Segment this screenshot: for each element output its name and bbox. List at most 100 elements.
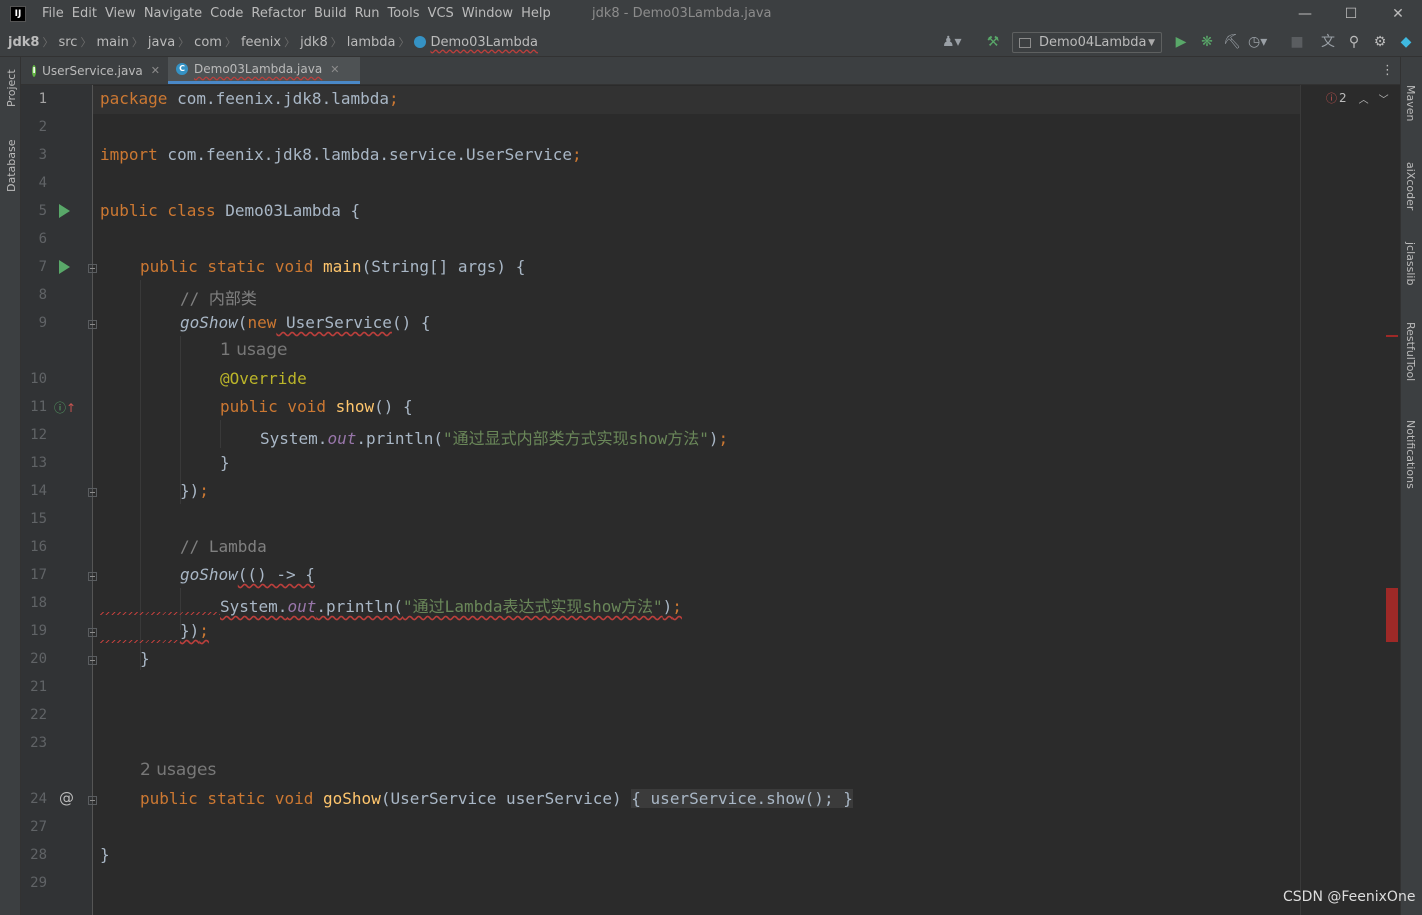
gear-icon[interactable]: ⚙	[1371, 33, 1389, 51]
code-line-10[interactable]: @Override	[220, 369, 307, 388]
tool-window-project[interactable]: Project	[5, 69, 18, 107]
menu-refactor[interactable]: Refactor	[247, 0, 310, 28]
more-tabs-icon[interactable]: ⋮	[1381, 63, 1394, 78]
code-line-19[interactable]: });	[180, 621, 209, 640]
code-line-14[interactable]: });	[180, 481, 209, 500]
code-line-17[interactable]: goShow(() -> {	[180, 565, 315, 584]
indent-guide	[180, 336, 181, 504]
run-class-icon[interactable]	[59, 204, 70, 218]
search-icon[interactable]: ⚲	[1345, 33, 1363, 51]
usages-hint[interactable]: 2 usages	[140, 760, 216, 780]
crumb-com[interactable]: com	[190, 35, 224, 50]
line-number: 21	[30, 679, 47, 695]
close-button[interactable]: ✕	[1375, 0, 1421, 28]
profile-icon[interactable]: ◷▾	[1248, 33, 1267, 51]
line-number: 6	[38, 231, 47, 247]
minimize-button[interactable]: —	[1282, 0, 1328, 28]
menu-window[interactable]: Window	[458, 0, 517, 28]
line-number: 18	[30, 595, 47, 611]
crumb-src[interactable]: src	[54, 35, 79, 50]
tool-window-database[interactable]: Database	[5, 140, 18, 193]
run-icon[interactable]: ▶	[1172, 33, 1190, 51]
crumb-main[interactable]: main	[92, 35, 130, 50]
line-number: 9	[38, 315, 47, 331]
fold-toggle-icon[interactable]	[88, 796, 97, 805]
crumb-jdk8[interactable]: jdk8	[4, 35, 41, 50]
folded-region[interactable]: { userService.show(); }	[631, 789, 853, 808]
menu-help[interactable]: Help	[517, 0, 555, 28]
tool-window-aixcoder[interactable]: aiXcoder	[1404, 162, 1417, 210]
code-line-12[interactable]: System.out.println("通过显式内部类方式实现show方法");	[260, 425, 728, 449]
tab-demo03lambda[interactable]: C Demo03Lambda.java ✕	[168, 57, 360, 84]
maximize-button[interactable]: ☐	[1328, 0, 1374, 28]
code-line-3[interactable]: import com.feenix.jdk8.lambda.service.Us…	[100, 145, 582, 164]
code-line-5[interactable]: public class Demo03Lambda {	[100, 201, 360, 220]
implements-method-icon[interactable]: ⓘ↑	[54, 399, 76, 416]
tool-window-notifications[interactable]: Notifications	[1404, 420, 1417, 489]
line-number: 1	[38, 91, 47, 107]
menu-vcs[interactable]: VCS	[424, 0, 458, 28]
error-stripe-mark[interactable]	[1386, 335, 1398, 337]
usage-hint[interactable]: 1 usage	[220, 340, 288, 360]
menu-file[interactable]: File	[38, 0, 68, 28]
tab-userservice[interactable]: I UserService.java ✕	[24, 57, 168, 84]
code-line-1[interactable]: package com.feenix.jdk8.lambda;	[100, 89, 399, 108]
code-line-9[interactable]: goShow(new UserService() {	[180, 313, 430, 332]
code-line-18[interactable]: System.out.println("通过Lambda表达式实现show方法"…	[220, 593, 682, 617]
fold-toggle-icon[interactable]	[88, 488, 97, 497]
crumb-demo03lambda[interactable]: Demo03Lambda	[410, 35, 540, 50]
crumb-lambda[interactable]: lambda	[343, 35, 398, 50]
user-icon[interactable]: ♟▾	[942, 33, 962, 51]
debug-icon[interactable]: ❋	[1198, 33, 1216, 51]
line-number: 7	[38, 259, 47, 275]
crumb-jdk8-package[interactable]: jdk8	[296, 35, 330, 50]
code-line-7[interactable]: public static void main(String[] args) {	[140, 257, 525, 276]
jetbrains-icon[interactable]: ◆	[1397, 33, 1415, 51]
tool-window-jclasslib[interactable]: jclasslib	[1404, 242, 1417, 285]
menu-tools[interactable]: Tools	[384, 0, 424, 28]
line-number: 13	[30, 455, 47, 471]
menu-build[interactable]: Build	[310, 0, 351, 28]
recursive-call-icon[interactable]: @	[59, 789, 74, 807]
line-number: 20	[30, 651, 47, 667]
close-icon[interactable]: ✕	[330, 63, 339, 76]
fold-toggle-icon[interactable]	[88, 572, 97, 581]
menu-code[interactable]: Code	[206, 0, 247, 28]
crumb-feenix[interactable]: feenix	[237, 35, 283, 50]
code-line-28[interactable]: }	[100, 845, 110, 864]
line-number: 8	[38, 287, 47, 303]
coverage-icon[interactable]: ⛏	[1223, 33, 1241, 51]
crumb-java[interactable]: java	[144, 35, 177, 50]
code-line-24[interactable]: public static void goShow(UserService us…	[140, 789, 853, 808]
menu-run[interactable]: Run	[351, 0, 384, 28]
stop-icon[interactable]: ■	[1288, 33, 1306, 51]
close-icon[interactable]: ✕	[151, 64, 160, 77]
line-number: 19	[30, 623, 47, 639]
hammer-icon[interactable]: ⚒	[984, 33, 1002, 51]
translate-icon[interactable]: 文	[1319, 33, 1337, 51]
code-line-20[interactable]: }	[140, 649, 150, 668]
run-config-select[interactable]: Demo04Lambda ▼	[1012, 32, 1162, 53]
fold-toggle-icon[interactable]	[88, 264, 97, 273]
tool-window-restfultool[interactable]: RestfulTool	[1404, 322, 1417, 381]
class-icon: C	[176, 63, 188, 75]
intellij-logo-icon[interactable]: IJ	[10, 6, 26, 22]
inspection-widget[interactable]: ⓘ 2 ︿ ﹀	[1326, 90, 1389, 106]
code-line-8[interactable]: // 内部类	[180, 285, 257, 309]
chevron-down-icon[interactable]: ﹀	[1379, 91, 1389, 106]
fold-toggle-icon[interactable]	[88, 320, 97, 329]
code-line-11[interactable]: public void show() {	[220, 397, 413, 416]
line-number: 12	[30, 427, 47, 443]
menu-navigate[interactable]: Navigate	[140, 0, 206, 28]
code-line-13[interactable]: }	[220, 453, 230, 472]
code-line-16[interactable]: // Lambda	[180, 537, 267, 556]
menu-view[interactable]: View	[101, 0, 140, 28]
run-main-icon[interactable]	[59, 260, 70, 274]
line-number: 24	[30, 791, 47, 807]
chevron-up-icon[interactable]: ︿	[1359, 91, 1369, 106]
tool-window-maven[interactable]: Maven	[1404, 85, 1417, 121]
menu-edit[interactable]: Edit	[68, 0, 101, 28]
error-stripe-mark[interactable]	[1386, 588, 1398, 642]
fold-toggle-icon[interactable]	[88, 628, 97, 637]
fold-toggle-icon[interactable]	[88, 656, 97, 665]
